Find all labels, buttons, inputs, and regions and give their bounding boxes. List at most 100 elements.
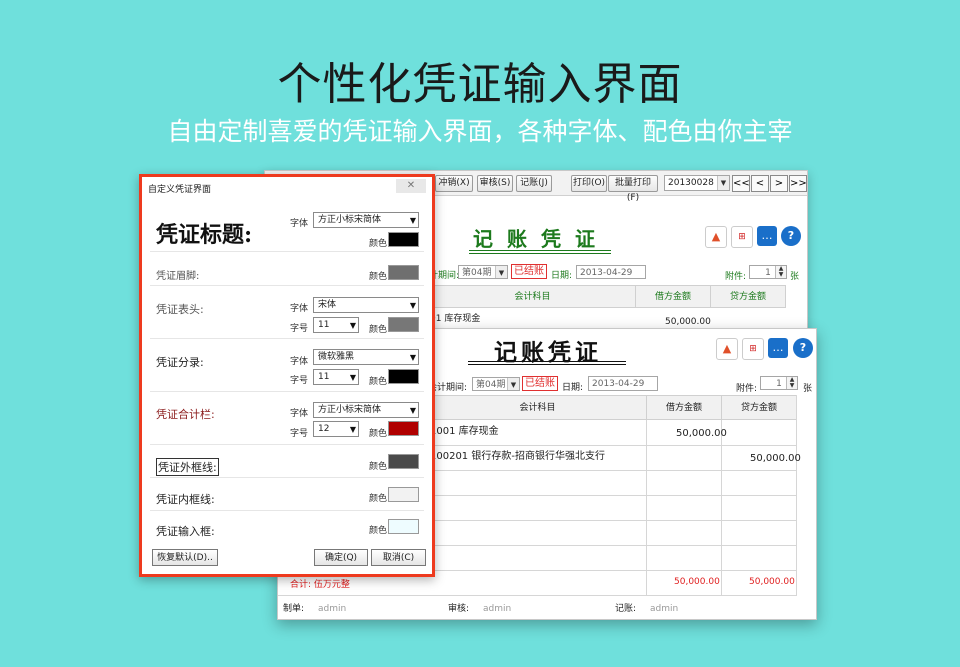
table-row-credit[interactable]: 50,000.00 (750, 453, 801, 464)
color-label: 颜色 (369, 377, 388, 387)
date-field[interactable]: 2013-04-29 (576, 265, 646, 279)
grid-row-line (428, 545, 797, 546)
entry-color-swatch[interactable] (388, 369, 419, 384)
print-button[interactable]: 打印(O) (571, 175, 607, 192)
skin-icon[interactable]: ▲ (716, 338, 738, 360)
post-button[interactable]: 记账(J) (516, 175, 552, 192)
font-label: 字体 (290, 219, 309, 229)
voucher-footer-label: 凭证眉脚: (156, 271, 200, 282)
audit-button[interactable]: 审核(S) (477, 175, 513, 192)
chevron-down-icon: ▼ (349, 373, 356, 382)
voucher-title-label: 凭证标题: (156, 222, 253, 248)
message-icon[interactable]: … (768, 338, 788, 358)
size-label: 字号 (290, 429, 309, 439)
divider (150, 444, 424, 445)
flush-button[interactable]: 冲销(X) (435, 175, 473, 192)
total-size-select[interactable]: 12 ▼ (313, 421, 359, 437)
color-label: 颜色 (369, 526, 388, 536)
poster-label: 记账: (615, 604, 637, 614)
stepper-arrows-icon: ▲ ▼ (786, 377, 797, 389)
batch-print-button[interactable]: 批量打印(F) (608, 175, 658, 203)
row-debit: 50,000.00 (665, 317, 711, 327)
period-value: 第04期 (476, 380, 506, 390)
voucher-title: 记账凭证 (473, 227, 609, 251)
attachment-unit: 张 (803, 384, 813, 394)
calculator-icon[interactable]: ⊞ (742, 338, 764, 360)
font-label: 字体 (290, 357, 309, 367)
previous-record-button[interactable]: < (751, 175, 769, 192)
message-icon[interactable]: … (757, 226, 777, 246)
divider (150, 285, 424, 286)
posted-status-badge: 已结账 (511, 264, 547, 279)
outer-frame-label: 凭证外框线: (156, 458, 219, 476)
header-font-select[interactable]: 宋体 ▼ (313, 297, 419, 313)
help-icon[interactable]: ? (793, 338, 813, 358)
voucher-number-select[interactable]: 20130028 ▼ (664, 175, 730, 191)
skin-icon[interactable]: ▲ (705, 226, 727, 248)
debit-column-header: 借方金额 (635, 285, 711, 308)
period-select[interactable]: 第04期 ▼ (458, 265, 508, 279)
auditor-name: admin (483, 604, 512, 614)
close-icon[interactable]: ✕ (396, 179, 426, 193)
total-debit: 50,000.00 (674, 577, 720, 587)
customize-voucher-dialog: 自定义凭证界面 ✕ 凭证标题: 字体 方正小标宋简体 ▼ 颜色 凭证眉脚: 颜色… (139, 174, 435, 577)
inner-frame-color-swatch[interactable] (388, 487, 419, 502)
grid-row-line (428, 570, 797, 571)
outer-frame-color-swatch[interactable] (388, 454, 419, 469)
maker-name: admin (318, 604, 347, 614)
calculator-icon[interactable]: ⊞ (731, 226, 753, 248)
date-field[interactable]: 2013-04-29 (588, 376, 658, 391)
attachment-stepper[interactable]: 1 ▲ ▼ (760, 376, 798, 390)
cancel-button[interactable]: 取消(C) (371, 549, 426, 566)
row-subject: 01 库存现金 (430, 314, 481, 324)
grid-row-line (428, 520, 797, 521)
chevron-down-icon: ▼ (409, 301, 416, 310)
auditor-label: 审核: (448, 604, 470, 614)
header-size-select[interactable]: 11 ▼ (313, 317, 359, 333)
footer-color-swatch[interactable] (388, 265, 419, 280)
table-row-subject[interactable]: 1001 库存现金 (430, 422, 499, 437)
date-label: 日期: (551, 271, 573, 281)
last-record-button[interactable]: >> (789, 175, 807, 192)
header-color-swatch[interactable] (388, 317, 419, 332)
color-label: 颜色 (369, 429, 388, 439)
title-font-select[interactable]: 方正小标宋简体 ▼ (313, 212, 419, 228)
credit-column-header: 贷方金额 (710, 285, 786, 308)
table-row-debit[interactable]: 50,000.00 (676, 428, 727, 439)
table-row-subject[interactable]: 100201 银行存款-招商银行华强北支行 (430, 447, 605, 462)
color-label: 颜色 (369, 239, 388, 249)
debit-column-header: 借方金额 (646, 395, 722, 420)
chevron-down-icon: ▼ (409, 216, 416, 225)
voucher-header-label: 凭证表头: (156, 303, 204, 316)
title-color-swatch[interactable] (388, 232, 419, 247)
help-icon[interactable]: ? (781, 226, 801, 246)
restore-defaults-button[interactable]: 恢复默认(D).. (152, 549, 218, 566)
divider (150, 477, 424, 478)
entry-font-select[interactable]: 微软雅黑 ▼ (313, 349, 419, 365)
period-value: 第04期 (462, 268, 492, 278)
date-value: 2013-04-29 (580, 268, 633, 278)
period-select[interactable]: 第04期 ▼ (472, 377, 520, 391)
size-label: 字号 (290, 324, 309, 334)
page-title: 个性化凭证输入界面 (277, 59, 683, 110)
attachment-stepper[interactable]: 1 ▲ ▼ (749, 265, 787, 279)
attachment-unit: 张 (790, 272, 800, 282)
chevron-down-icon: ▼ (507, 378, 519, 390)
total-font-select[interactable]: 方正小标宋简体 ▼ (313, 402, 419, 418)
grid-row-line (428, 470, 797, 471)
entry-size-value: 11 (318, 372, 330, 382)
total-color-swatch[interactable] (388, 421, 419, 436)
next-record-button[interactable]: > (770, 175, 788, 192)
poster-name: admin (650, 604, 679, 614)
page-subtitle: 自由定制喜爱的凭证输入界面，各种字体、配色由你主宰 (167, 117, 793, 146)
date-value: 2013-04-29 (592, 379, 645, 389)
title-underline (469, 253, 611, 254)
color-label: 颜色 (369, 325, 388, 335)
font-label: 字体 (290, 409, 309, 419)
first-record-button[interactable]: << (732, 175, 750, 192)
input-box-color-swatch[interactable] (388, 519, 419, 534)
ok-button[interactable]: 确定(Q) (314, 549, 368, 566)
divider (150, 338, 424, 339)
chevron-down-icon: ▼ (409, 353, 416, 362)
entry-size-select[interactable]: 11 ▼ (313, 369, 359, 385)
